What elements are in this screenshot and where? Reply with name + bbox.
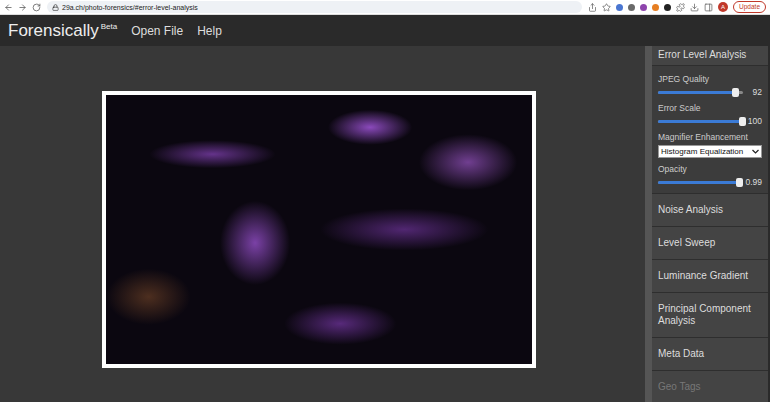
extension-icon[interactable]: [616, 4, 623, 11]
star-icon[interactable]: [602, 3, 611, 12]
slider-track[interactable]: [658, 120, 743, 123]
extension-icon[interactable]: [640, 4, 647, 11]
extension-icon[interactable]: [652, 4, 659, 11]
tool-panel: Error Level Analysis JPEG Quality 92 Error …: [652, 46, 770, 402]
profile-avatar[interactable]: A: [718, 2, 728, 12]
slider-value: 100: [748, 116, 762, 126]
workspace: Error Level Analysis JPEG Quality 92 Error …: [0, 46, 770, 402]
slider-track[interactable]: [658, 91, 743, 94]
app-logo: ForensicallyBeta: [8, 21, 117, 41]
slider-control: Opacity 0.99: [658, 164, 762, 187]
slider-fill: [658, 91, 736, 94]
slider-row: 100: [658, 116, 762, 126]
extension-icons: A Update: [588, 1, 766, 13]
menu-item[interactable]: Help: [197, 24, 222, 38]
tool-section[interactable]: Noise Analysis: [652, 193, 768, 226]
back-icon[interactable]: [4, 3, 13, 12]
control-label: Magnifier Enhancement: [658, 132, 762, 142]
sidebar: Error Level Analysis JPEG Quality 92 Error …: [645, 46, 770, 402]
chevron-down-icon: [752, 149, 759, 154]
enhancement-select[interactable]: Histogram Equalization: [658, 145, 762, 158]
control-label: Opacity: [658, 164, 762, 174]
page: 29a.ch/photo-forensics/#error-level-anal…: [0, 0, 770, 402]
beta-badge: Beta: [101, 22, 117, 31]
tool-section[interactable]: Geo Tags: [652, 370, 768, 402]
ela-image[interactable]: [102, 91, 536, 368]
slider-fill: [658, 181, 740, 184]
slider-row: 92: [658, 87, 762, 97]
slider-fill: [658, 120, 743, 123]
sidebar-scrollbar[interactable]: [645, 46, 652, 402]
slider-thumb[interactable]: [739, 117, 746, 126]
tool-section[interactable]: Level Sweep: [652, 226, 768, 259]
slider-value: 0.99: [745, 177, 762, 187]
tool-section[interactable]: Meta Data: [652, 337, 768, 370]
nav-buttons: [4, 3, 41, 12]
side-panel-icon[interactable]: [704, 3, 713, 12]
image-viewer: [0, 46, 645, 402]
slider-row: 0.99: [658, 177, 762, 187]
control-label: Error Scale: [658, 103, 762, 113]
app-header: ForensicallyBeta Open File Help: [0, 15, 770, 46]
slider-track[interactable]: [658, 181, 740, 184]
slider-value: 92: [748, 87, 762, 97]
extension-icon[interactable]: [628, 4, 635, 11]
lock-icon: [52, 4, 59, 11]
panel-title[interactable]: Error Level Analysis: [652, 46, 768, 66]
extension-icon[interactable]: [664, 4, 671, 11]
tool-section[interactable]: Principal Component Analysis: [652, 292, 768, 337]
address-bar[interactable]: 29a.ch/photo-forensics/#error-level-anal…: [47, 1, 582, 13]
puzzle-icon[interactable]: [676, 3, 685, 12]
select-control: Magnifier Enhancement Histogram Equalizat…: [658, 132, 762, 158]
slider-control: JPEG Quality 92: [658, 74, 762, 97]
slider-thumb[interactable]: [732, 88, 739, 97]
slider-thumb[interactable]: [736, 178, 743, 187]
browser-toolbar: 29a.ch/photo-forensics/#error-level-anal…: [0, 0, 770, 15]
reload-icon[interactable]: [32, 3, 41, 12]
share-icon[interactable]: [588, 3, 597, 12]
panel-controls: JPEG Quality 92 Error Scale 100 Magnifier En…: [652, 66, 768, 193]
slider-control: Error Scale 100: [658, 103, 762, 126]
forward-icon[interactable]: [18, 3, 27, 12]
tool-section[interactable]: Luminance Gradient: [652, 259, 768, 292]
menu-item[interactable]: Open File: [131, 24, 183, 38]
control-label: JPEG Quality: [658, 74, 762, 84]
download-icon[interactable]: [690, 3, 699, 12]
update-button[interactable]: Update: [733, 1, 766, 13]
